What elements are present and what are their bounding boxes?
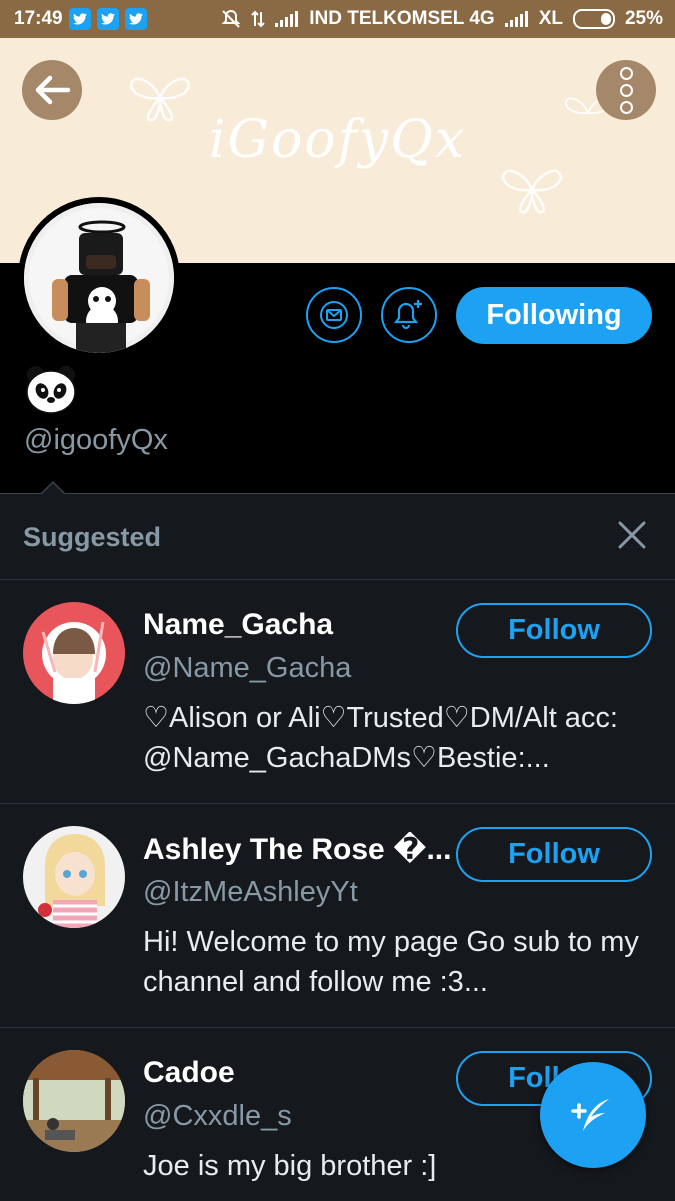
more-dot-icon (619, 83, 633, 97)
display-name (24, 365, 78, 426)
back-button[interactable] (22, 60, 82, 120)
close-icon (618, 521, 646, 549)
follow-button[interactable]: Follow (456, 827, 652, 882)
signal-icon (275, 11, 299, 27)
carrier2-label: XL (538, 8, 563, 29)
arrow-left-icon (35, 75, 71, 105)
banner-title: iGoofyQx (208, 110, 467, 170)
carrier-label: IND TELKOMSEL 4G (309, 8, 495, 29)
user-avatar[interactable] (23, 602, 125, 704)
user-handle: @Name_Gacha (143, 652, 352, 684)
signal-icon (504, 11, 528, 27)
battery-percent: 25% (624, 8, 663, 29)
message-button[interactable] (306, 287, 362, 343)
compose-tweet-button[interactable] (540, 1062, 646, 1168)
follow-button[interactable]: Follow (456, 603, 652, 658)
twitter-notification-icon (68, 8, 91, 30)
twitter-notification-icon (124, 8, 147, 30)
suggested-user-card[interactable]: Name_Gacha @Name_Gacha ♡Alison or Ali♡Tr… (0, 580, 675, 802)
data-transfer-icon (251, 10, 265, 28)
mute-bell-icon (221, 9, 241, 28)
profile-handle: @igoofyQx (24, 424, 168, 456)
status-bar: 17:49 IND TELKOMSEL 4G XL 25% (0, 0, 675, 38)
user-bio: Hi! Welcome to my page Go sub to my chan… (143, 926, 639, 998)
user-name[interactable]: Ashley The Rose �... (143, 832, 453, 867)
suggested-user-card[interactable]: Ashley The Rose �... @ItzMeAshleyYt Hi! … (0, 804, 675, 1026)
battery-icon (572, 9, 615, 29)
user-avatar[interactable] (23, 826, 125, 928)
user-handle: @Cxxdle_s (143, 1100, 292, 1132)
avatar-image (24, 203, 174, 353)
user-name[interactable]: Cadoe (143, 1056, 453, 1090)
profile-avatar[interactable] (18, 197, 180, 359)
butterfly-icon (500, 164, 564, 227)
more-options-button[interactable] (596, 60, 656, 120)
notifications-button[interactable] (381, 287, 437, 343)
envelope-icon (320, 301, 348, 329)
bell-plus-icon (393, 300, 422, 330)
suggested-title: Suggested (23, 522, 162, 552)
user-name[interactable]: Name_Gacha (143, 608, 453, 642)
more-dot-icon (619, 66, 633, 80)
twitter-notification-icon (96, 8, 119, 30)
more-dot-icon (619, 100, 633, 114)
status-time: 17:49 (14, 8, 63, 29)
feather-plus-icon (571, 1099, 609, 1131)
following-button[interactable]: Following (456, 287, 652, 344)
user-avatar[interactable] (23, 1050, 125, 1152)
close-suggested-button[interactable] (616, 519, 648, 551)
user-handle: @ItzMeAshleyYt (143, 876, 358, 908)
panel-caret-fill (42, 483, 64, 494)
panda-icon (26, 366, 76, 414)
user-bio: ♡Alison or Ali♡Trusted♡DM/Alt acc: @Name… (143, 702, 618, 774)
